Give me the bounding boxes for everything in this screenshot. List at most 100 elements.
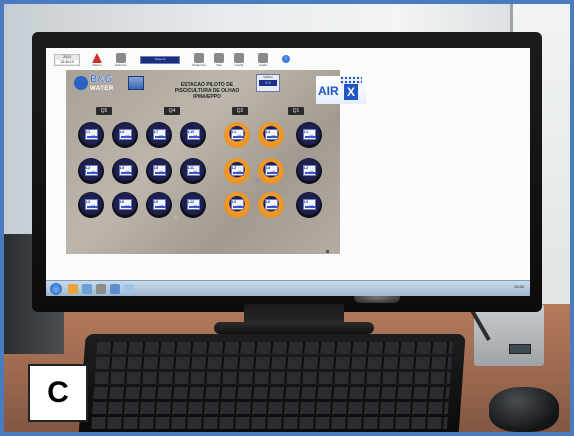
tank-level-bar bbox=[233, 136, 244, 138]
tank-indicator[interactable]: L104.5 bbox=[180, 122, 206, 148]
monitor-screen: 2012 10:40:10 Alarme Historico Sistema R… bbox=[46, 48, 530, 296]
tank-control-panel: B&G WATER ESTACAO PILOTO DE PISCICULTURA… bbox=[66, 70, 366, 254]
tank-id: L2 bbox=[232, 166, 237, 170]
start-button[interactable] bbox=[50, 283, 62, 295]
tank-id: L4 bbox=[266, 130, 271, 134]
tank-level-bar bbox=[189, 136, 200, 138]
tank-id: L1 bbox=[232, 130, 237, 134]
group-label: Q1 bbox=[288, 107, 304, 115]
toolbar-config-button[interactable]: Config bbox=[230, 52, 248, 70]
toolbar-item-label: Config bbox=[234, 63, 244, 67]
tank-display: L54.5 bbox=[119, 165, 132, 176]
tank-indicator[interactable]: L14.5 bbox=[224, 122, 250, 148]
tank-display: L24.5 bbox=[85, 165, 98, 176]
station-title: ESTACAO PILOTO DE PISCICULTURA DE OLHAO … bbox=[174, 82, 240, 100]
tank-display: L94.5 bbox=[153, 199, 166, 210]
help-icon bbox=[258, 53, 268, 63]
figure-label: C bbox=[28, 364, 88, 422]
tank-id: L2 bbox=[304, 166, 309, 170]
tank-display: L14.5 bbox=[231, 129, 244, 140]
tank-display: L64.5 bbox=[119, 199, 132, 210]
tank-display: L124.5 bbox=[187, 199, 200, 210]
tank-level-bar bbox=[233, 172, 244, 174]
media-icon[interactable] bbox=[96, 284, 106, 294]
tank-id: L5 bbox=[120, 166, 125, 170]
tank-indicator[interactable]: L24.5 bbox=[296, 158, 322, 184]
toolbar-reports-button[interactable]: Relatorios bbox=[190, 52, 208, 70]
airx-logo-right: X bbox=[344, 84, 358, 100]
toolbar-history-button[interactable]: Historico bbox=[112, 52, 130, 70]
app-icon[interactable] bbox=[124, 284, 134, 294]
airx-logo-left: AIR bbox=[318, 84, 339, 98]
reports-icon bbox=[194, 53, 204, 63]
app-icon[interactable] bbox=[110, 284, 120, 294]
toolbar-help-button[interactable]: Ajuda bbox=[254, 52, 272, 70]
tank-indicator[interactable]: L94.5 bbox=[146, 192, 172, 218]
toolbar-status-text: Sistema bbox=[154, 57, 166, 61]
tank-level-bar bbox=[155, 136, 166, 138]
bg-water-logo: B&G WATER bbox=[74, 74, 118, 98]
toolbar-item-label: Relatorios bbox=[192, 63, 206, 67]
tank-level-bar bbox=[121, 206, 132, 208]
tank-id: L7 bbox=[154, 130, 159, 134]
airx-logo: AIR X bbox=[316, 76, 366, 104]
browser-icon[interactable] bbox=[82, 284, 92, 294]
tank-level-bar bbox=[87, 172, 98, 174]
photo-frame: 2012 10:40:10 Alarme Historico Sistema R… bbox=[0, 0, 574, 436]
app-toolbar: 2012 10:40:10 Alarme Historico Sistema R… bbox=[54, 52, 314, 70]
info-icon[interactable]: i bbox=[282, 55, 290, 63]
logo-sub: WATER bbox=[90, 86, 114, 92]
logo-brand: B&G bbox=[90, 74, 113, 85]
tank-indicator[interactable]: L54.5 bbox=[112, 158, 138, 184]
tank-id: L6 bbox=[120, 200, 125, 204]
tank-indicator[interactable]: L24.5 bbox=[78, 158, 104, 184]
mouse-cursor bbox=[326, 250, 329, 253]
tank-level-bar bbox=[87, 136, 98, 138]
group-label: Q4 bbox=[164, 107, 180, 115]
tank-indicator[interactable]: L34.5 bbox=[224, 192, 250, 218]
tank-id: L1 bbox=[86, 130, 91, 134]
tank-indicator[interactable]: L14.5 bbox=[78, 122, 104, 148]
tank-display: L34.5 bbox=[85, 199, 98, 210]
alarm-icon bbox=[92, 53, 102, 63]
tank-id: L2 bbox=[86, 166, 91, 170]
computer-icon[interactable] bbox=[128, 76, 144, 90]
side-device-display bbox=[509, 344, 531, 354]
tank-indicator[interactable]: L64.5 bbox=[258, 192, 284, 218]
mode-indicator[interactable]: MODO 0.5 bbox=[256, 74, 280, 92]
toolbar-exit-button[interactable]: Sair bbox=[210, 52, 228, 70]
tank-indicator[interactable]: L34.5 bbox=[296, 192, 322, 218]
logo-mark-icon bbox=[74, 76, 88, 90]
tank-display: L24.5 bbox=[231, 165, 244, 176]
tank-level-bar bbox=[155, 172, 166, 174]
tank-level-bar bbox=[305, 172, 316, 174]
tank-indicator[interactable]: L34.5 bbox=[78, 192, 104, 218]
tank-level-bar bbox=[267, 136, 278, 138]
tank-level-bar bbox=[267, 206, 278, 208]
tank-level-bar bbox=[155, 206, 166, 208]
tank-id: L6 bbox=[266, 200, 271, 204]
tank-id: L9 bbox=[154, 200, 159, 204]
tank-indicator[interactable]: L14.5 bbox=[296, 122, 322, 148]
tank-display: L34.5 bbox=[231, 199, 244, 210]
tank-indicator[interactable]: L24.5 bbox=[224, 158, 250, 184]
tank-display: L14.5 bbox=[85, 129, 98, 140]
tank-id: L4 bbox=[120, 130, 125, 134]
tank-id: L5 bbox=[266, 166, 271, 170]
tank-indicator[interactable]: L44.5 bbox=[112, 122, 138, 148]
toolbar-alarm-button[interactable]: Alarme bbox=[88, 52, 106, 70]
taskbar-clock[interactable]: 10:40 bbox=[514, 284, 524, 289]
config-icon bbox=[234, 53, 244, 63]
mode-label: MODO bbox=[263, 75, 273, 79]
tank-level-bar bbox=[189, 172, 200, 174]
tank-indicator[interactable]: L54.5 bbox=[258, 158, 284, 184]
tank-indicator[interactable]: L114.5 bbox=[180, 158, 206, 184]
tank-id: L3 bbox=[304, 200, 309, 204]
tank-indicator[interactable]: L74.5 bbox=[146, 122, 172, 148]
explorer-icon[interactable] bbox=[68, 284, 78, 294]
toolbar-item-label: Ajuda bbox=[259, 63, 267, 67]
tank-indicator[interactable]: L84.5 bbox=[146, 158, 172, 184]
tank-indicator[interactable]: L124.5 bbox=[180, 192, 206, 218]
tank-indicator[interactable]: L64.5 bbox=[112, 192, 138, 218]
tank-indicator[interactable]: L44.5 bbox=[258, 122, 284, 148]
